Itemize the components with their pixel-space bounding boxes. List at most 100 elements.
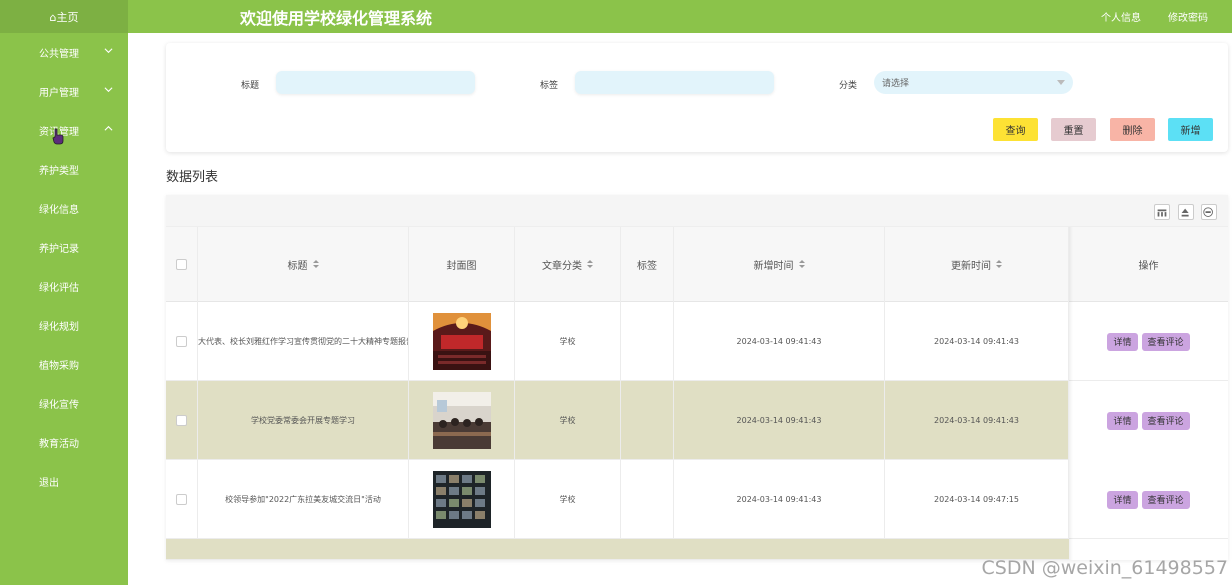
- row-tag: [621, 302, 674, 381]
- row-category: 学校: [515, 302, 621, 381]
- search-panel: 标题 标签 分类 请选择 查询 重置 删除 新增: [166, 43, 1228, 152]
- row-cover: [409, 381, 515, 460]
- row-title: 大代表、校长刘雅红作学习宣传贯彻党的二十大精神专题报告: [198, 302, 409, 381]
- row-created: 2024-03-14 09:41:43: [674, 381, 885, 460]
- cover-image: [432, 471, 491, 528]
- row-cover: [409, 460, 515, 539]
- export-icon[interactable]: [1178, 204, 1194, 220]
- category-select[interactable]: 请选择: [874, 71, 1073, 94]
- table-toolbar: [166, 195, 1228, 227]
- row-updated: 2024-03-14 09:41:43: [885, 302, 1069, 381]
- row-select-cell: [166, 381, 198, 460]
- row-tag: [621, 381, 674, 460]
- th-updated-label: 更新时间: [951, 261, 991, 272]
- menu-user-management[interactable]: 用户管理: [0, 72, 128, 111]
- submenu-greening-info[interactable]: 绿化信息: [0, 189, 128, 228]
- data-table: 标题 封面图 文章分类 标签 新增时间 更新时间 操作 大代表、校长刘雅红作学习…: [166, 195, 1228, 560]
- menu-news-management[interactable]: 资讯管理: [0, 111, 128, 150]
- row-cover: [409, 302, 515, 381]
- caret-down-icon: [1057, 80, 1065, 85]
- view-comments-button[interactable]: 查看评论: [1141, 490, 1190, 509]
- profile-link[interactable]: 个人信息: [1101, 9, 1141, 24]
- menu-public-management[interactable]: 公共管理: [0, 33, 128, 72]
- tag-label: 标签: [540, 81, 559, 91]
- th-actions-label: 操作: [1138, 261, 1159, 272]
- data-list-title: 数据列表: [166, 170, 219, 185]
- chevron-down-icon: [104, 87, 113, 93]
- th-actions: 操作: [1069, 227, 1228, 302]
- sort-icon[interactable]: [798, 260, 805, 269]
- tag-input[interactable]: [575, 71, 774, 94]
- th-cover: 封面图: [409, 227, 515, 302]
- title-input[interactable]: [276, 71, 475, 94]
- cover-image: [432, 392, 491, 449]
- row-actions: 详情 查看评论: [1069, 381, 1228, 460]
- submenu-greening-promotion[interactable]: 绿化宣传: [0, 384, 128, 423]
- view-comments-button[interactable]: 查看评论: [1141, 411, 1190, 430]
- submenu-greening-plan[interactable]: 绿化规划: [0, 306, 128, 345]
- row-title: 校领导参加"2022广东拉美友城交流日"活动: [198, 460, 409, 539]
- row-category: 学校: [515, 381, 621, 460]
- menu-label: 公共管理: [39, 49, 79, 60]
- submenu-maintenance-type[interactable]: 养护类型: [0, 150, 128, 189]
- hand-cursor-icon: [52, 128, 64, 145]
- row-updated: 2024-03-14 09:47:15: [885, 460, 1069, 539]
- detail-button[interactable]: 详情: [1107, 411, 1138, 430]
- th-updated[interactable]: 更新时间: [885, 227, 1069, 302]
- delete-button[interactable]: 删除: [1110, 118, 1155, 141]
- view-comments-button[interactable]: 查看评论: [1141, 332, 1190, 351]
- row-created: 2024-03-14 09:41:43: [674, 460, 885, 539]
- fixed-column-shadow: [1069, 227, 1073, 560]
- csdn-watermark: CSDN @weixin_61498557: [981, 557, 1229, 579]
- th-created-label: 新增时间: [753, 261, 794, 272]
- query-button[interactable]: 查询: [993, 118, 1038, 141]
- reset-button[interactable]: 重置: [1051, 118, 1096, 141]
- select-all-cell: [166, 227, 198, 302]
- row-actions: 详情 查看评论: [1069, 460, 1228, 539]
- th-tag-label: 标签: [637, 261, 657, 272]
- top-header: 欢迎使用学校绿化管理系统 个人信息 修改密码: [128, 0, 1232, 33]
- row-checkbox[interactable]: [176, 336, 187, 347]
- submenu-education-activity[interactable]: 教育活动: [0, 423, 128, 462]
- add-button[interactable]: 新增: [1168, 118, 1213, 141]
- row-category: 学校: [515, 460, 621, 539]
- row-updated: 2024-03-14 09:41:43: [885, 381, 1069, 460]
- th-category[interactable]: 文章分类: [515, 227, 621, 302]
- submenu-logout[interactable]: 退出: [0, 462, 128, 501]
- th-title-label: 标题: [287, 261, 308, 272]
- select-all-checkbox[interactable]: [176, 259, 187, 270]
- sidebar: ⌂主页 公共管理 用户管理 资讯管理 养护类型 绿化信息 养护记录 绿化评估 绿…: [0, 0, 128, 585]
- submenu-plant-purchase[interactable]: 植物采购: [0, 345, 128, 384]
- sort-icon[interactable]: [587, 260, 593, 269]
- chevron-up-icon: [104, 125, 113, 131]
- category-label: 分类: [839, 81, 858, 91]
- row-select-cell: [166, 302, 198, 381]
- category-placeholder: 请选择: [882, 79, 910, 89]
- row-select-cell: [166, 460, 198, 539]
- page-title: 欢迎使用学校绿化管理系统: [240, 9, 433, 28]
- columns-icon[interactable]: [1154, 204, 1170, 220]
- th-title[interactable]: 标题: [198, 227, 409, 302]
- print-icon[interactable]: [1201, 204, 1217, 220]
- row-checkbox[interactable]: [176, 415, 187, 426]
- row-actions: 详情 查看评论: [1069, 302, 1228, 381]
- sort-icon[interactable]: [996, 260, 1002, 269]
- change-password-link[interactable]: 修改密码: [1168, 9, 1208, 24]
- row-tag: [621, 460, 674, 539]
- title-label: 标题: [241, 81, 260, 91]
- submenu-greening-evaluation[interactable]: 绿化评估: [0, 267, 128, 306]
- detail-button[interactable]: 详情: [1107, 332, 1138, 351]
- th-cover-label: 封面图: [446, 261, 477, 272]
- sort-icon[interactable]: [312, 260, 319, 269]
- th-category-label: 文章分类: [542, 261, 582, 272]
- detail-button[interactable]: 详情: [1107, 490, 1138, 509]
- submenu-maintenance-record[interactable]: 养护记录: [0, 228, 128, 267]
- row-checkbox[interactable]: [176, 494, 187, 505]
- row-created: 2024-03-14 09:41:43: [674, 302, 885, 381]
- th-created[interactable]: 新增时间: [674, 227, 885, 302]
- cover-image: [432, 313, 491, 370]
- row-title: 学校党委常委会开展专题学习: [198, 381, 409, 460]
- chevron-down-icon: [104, 48, 113, 54]
- th-tag: 标签: [621, 227, 674, 302]
- home-link[interactable]: ⌂主页: [0, 0, 128, 33]
